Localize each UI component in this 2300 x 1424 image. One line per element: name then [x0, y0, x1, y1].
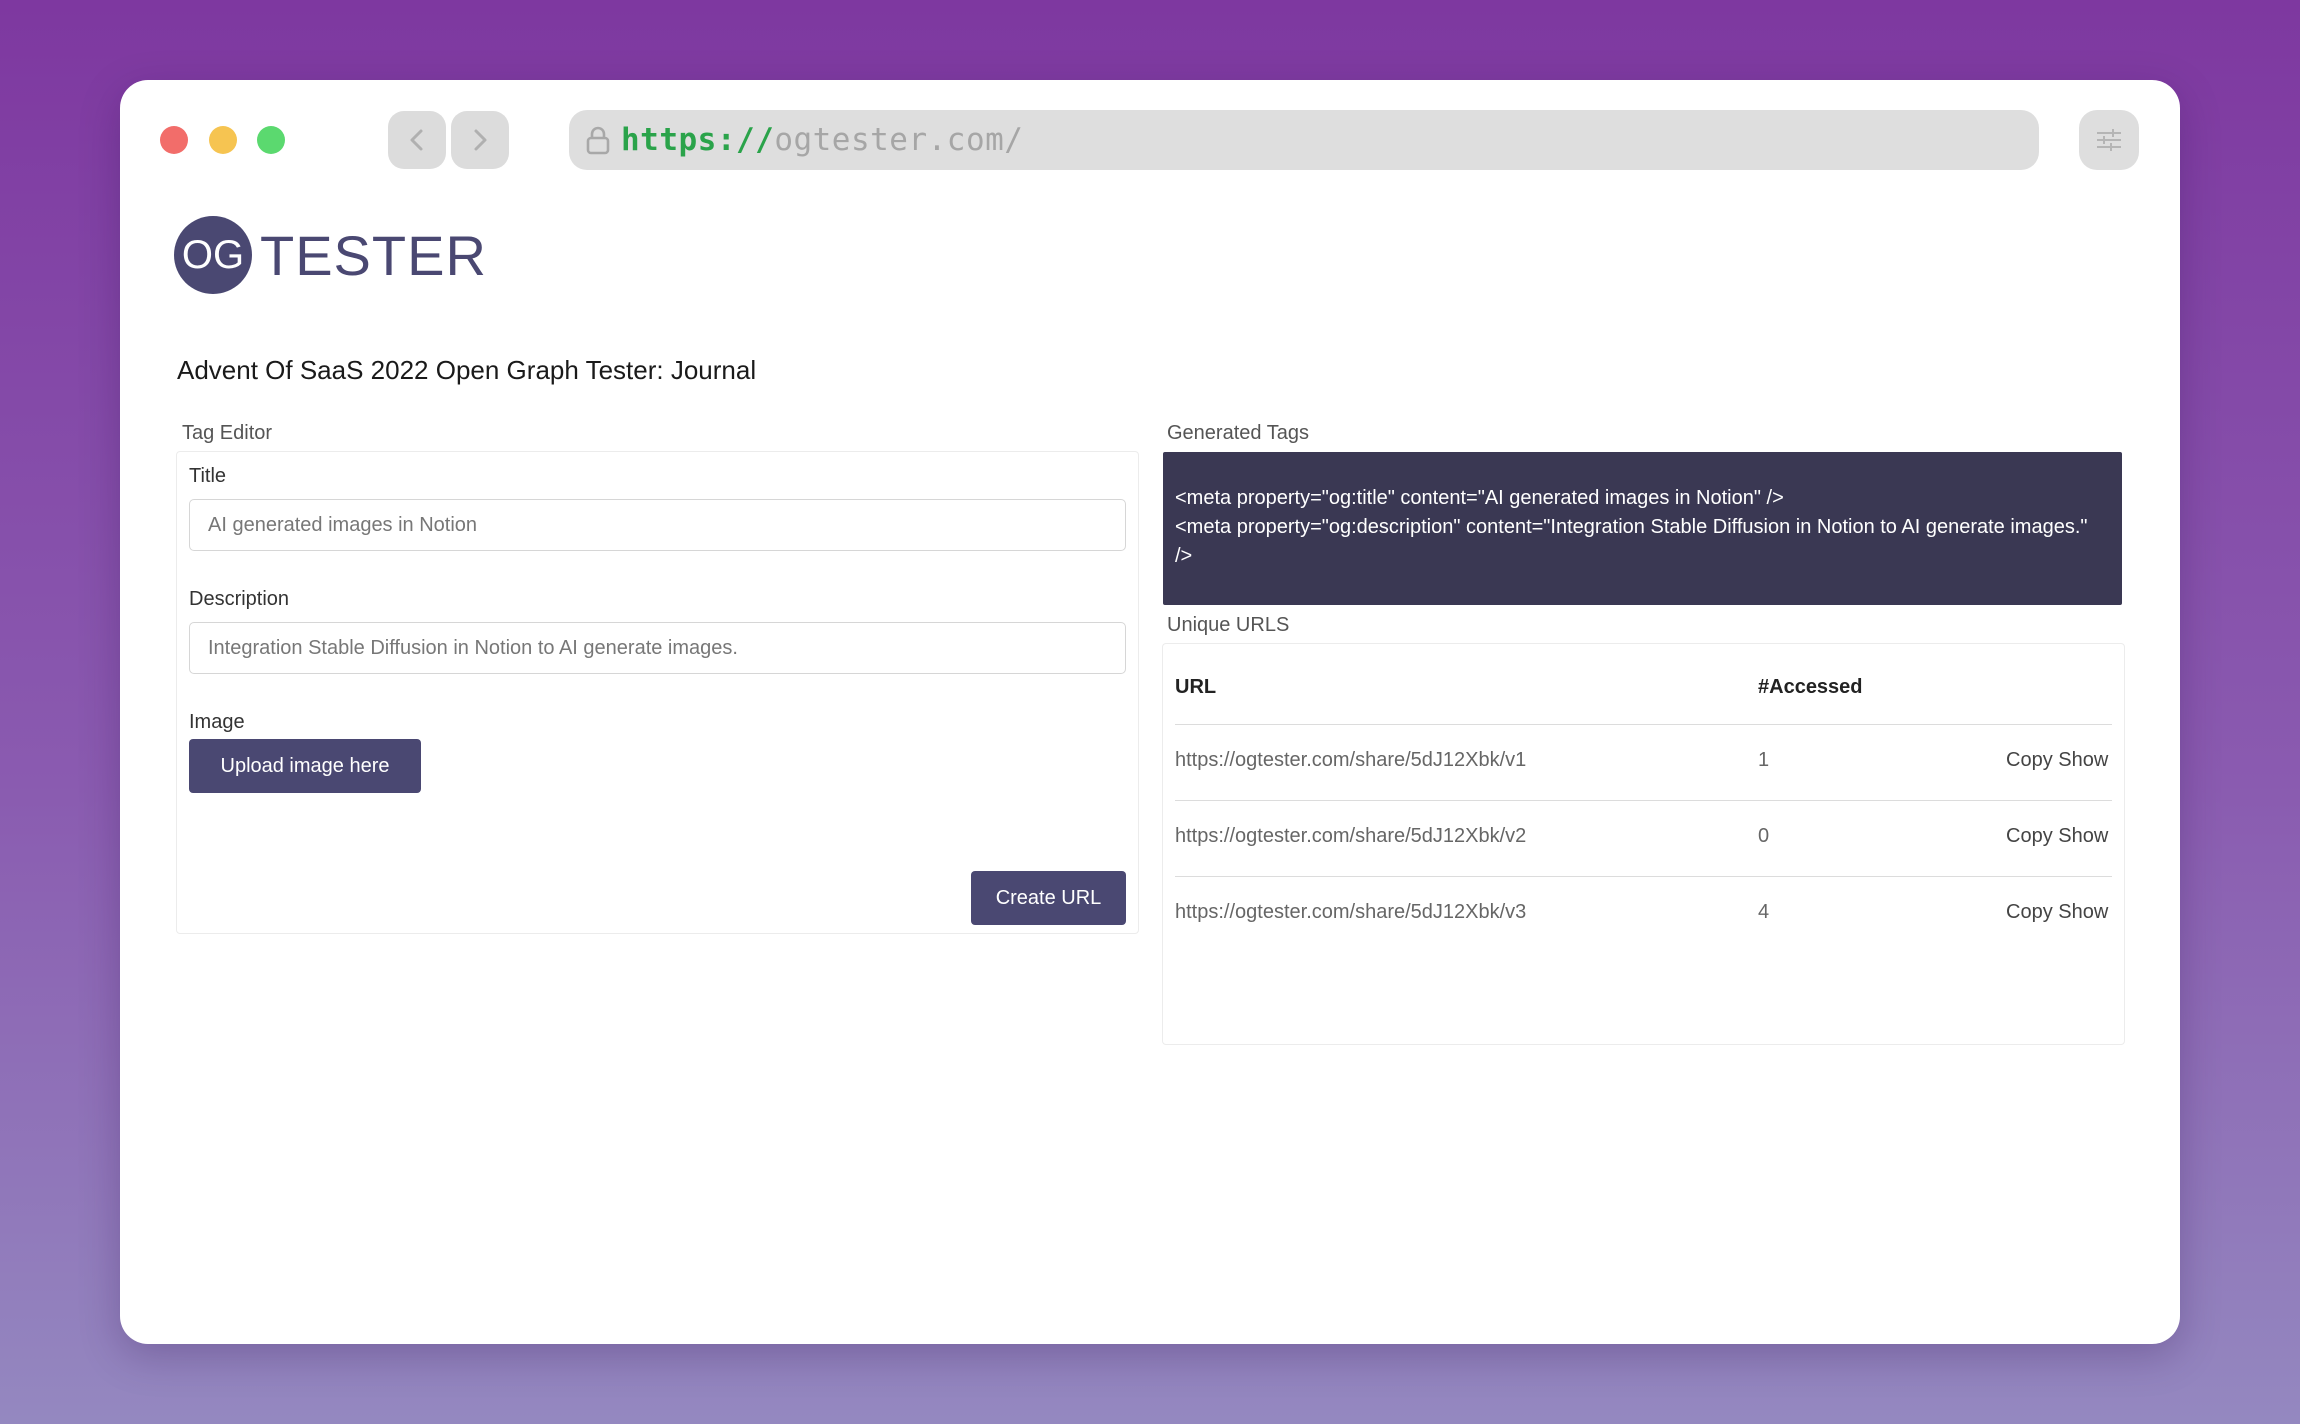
generated-tag-og-description: <meta property="og:description" content=… [1175, 516, 2088, 567]
url-host: ogtester.com/ [774, 122, 1024, 158]
forward-chevron-icon [474, 129, 487, 151]
logo-badge: OG [174, 216, 252, 294]
settings-button[interactable] [2079, 110, 2139, 170]
row-accessed-count: 4 [1758, 901, 1770, 923]
unique-urls-heading: Unique URLS [1167, 614, 1290, 636]
sliders-icon [2097, 129, 2121, 151]
row-url: https://ogtester.com/share/5dJ12Xbk/v1 [1175, 749, 1527, 771]
upload-image-button[interactable]: Upload image here [189, 739, 421, 793]
row-divider [1175, 800, 2112, 801]
minimize-window-button[interactable] [209, 126, 237, 154]
og-tester-logo[interactable]: OG TESTER [174, 216, 487, 294]
row-url: https://ogtester.com/share/5dJ12Xbk/v3 [1175, 901, 1527, 923]
generated-tags-code[interactable]: <meta property="og:title" content="AI ge… [1163, 452, 2122, 605]
image-label: Image [189, 711, 245, 733]
show-link[interactable]: Show [2058, 901, 2108, 923]
column-header-accessed: #Accessed [1758, 676, 1863, 698]
header-divider [1175, 724, 2112, 725]
maximize-window-button[interactable] [257, 126, 285, 154]
copy-link[interactable]: Copy [2006, 825, 2053, 847]
logo-wordmark: TESTER [260, 223, 487, 287]
unique-urls-panel: URL #Accessed https://ogtester.com/share… [1162, 643, 2125, 1045]
lock-icon [581, 123, 615, 157]
show-link[interactable]: Show [2058, 749, 2108, 771]
tag-editor-heading: Tag Editor [182, 422, 273, 444]
url-scheme: https:// [621, 122, 775, 158]
close-window-button[interactable] [160, 126, 188, 154]
address-bar[interactable]: https://ogtester.com/ [569, 110, 2039, 170]
show-link[interactable]: Show [2058, 825, 2108, 847]
description-label: Description [189, 588, 290, 610]
tag-editor-panel: Title AI generated images in Notion Desc… [176, 451, 1139, 934]
row-accessed-count: 1 [1758, 749, 1770, 771]
copy-link[interactable]: Copy [2006, 901, 2053, 923]
generated-tags-heading: Generated Tags [1167, 422, 1309, 444]
row-divider [1175, 876, 2112, 877]
generated-tag-og-title: <meta property="og:title" content="AI ge… [1175, 487, 1784, 509]
copy-link[interactable]: Copy [2006, 749, 2053, 771]
row-url: https://ogtester.com/share/5dJ12Xbk/v2 [1175, 825, 1527, 847]
address-url: https://ogtester.com/ [621, 122, 1023, 158]
create-url-button[interactable]: Create URL [971, 871, 1126, 925]
page-title: Advent Of SaaS 2022 Open Graph Tester: J… [177, 355, 757, 385]
title-input[interactable]: AI generated images in Notion [189, 499, 1126, 551]
row-accessed-count: 0 [1758, 825, 1770, 847]
browser-toolbar: https://ogtester.com/ [120, 80, 2180, 200]
browser-window: https://ogtester.com/ OG TESTER Advent O… [120, 80, 2180, 1344]
title-label: Title [189, 465, 227, 487]
description-input[interactable]: Integration Stable Diffusion in Notion t… [189, 622, 1126, 674]
column-header-url: URL [1175, 676, 1217, 698]
forward-button[interactable] [451, 111, 509, 169]
back-chevron-icon [410, 129, 423, 151]
back-button[interactable] [388, 111, 446, 169]
